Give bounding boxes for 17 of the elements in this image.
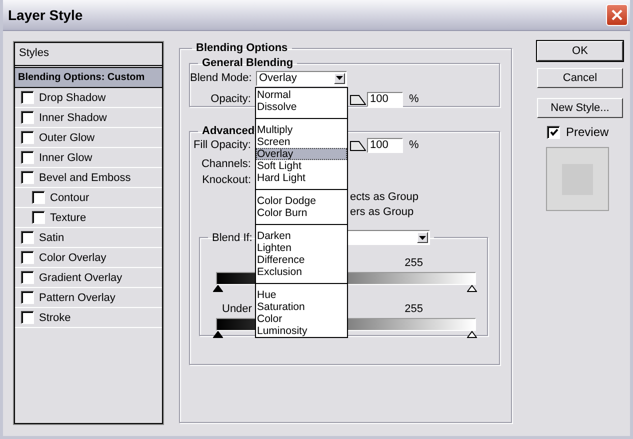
value-label: 255 xyxy=(404,303,423,315)
group-title: General Blending xyxy=(201,57,294,69)
field-label: Under xyxy=(222,303,252,315)
field-label: Fill Opacity: xyxy=(192,139,251,151)
window-title: Layer Style xyxy=(8,7,83,23)
checkbox-label: ects as Group xyxy=(350,190,418,202)
unit-label: % xyxy=(409,139,419,151)
field-label: Opacity: xyxy=(210,93,251,105)
value-label: 255 xyxy=(404,257,423,269)
group-title: Advanced xyxy=(201,125,256,137)
checkbox-label: ers as Group xyxy=(350,206,414,218)
group-title: Blending Options xyxy=(195,42,289,54)
field-label: Knockout: xyxy=(201,174,251,186)
field-label: Blend If: xyxy=(212,232,252,244)
field-label: Channels: xyxy=(200,158,251,170)
field-label: Blend Mode: xyxy=(190,72,251,84)
unit-label: % xyxy=(409,93,419,105)
